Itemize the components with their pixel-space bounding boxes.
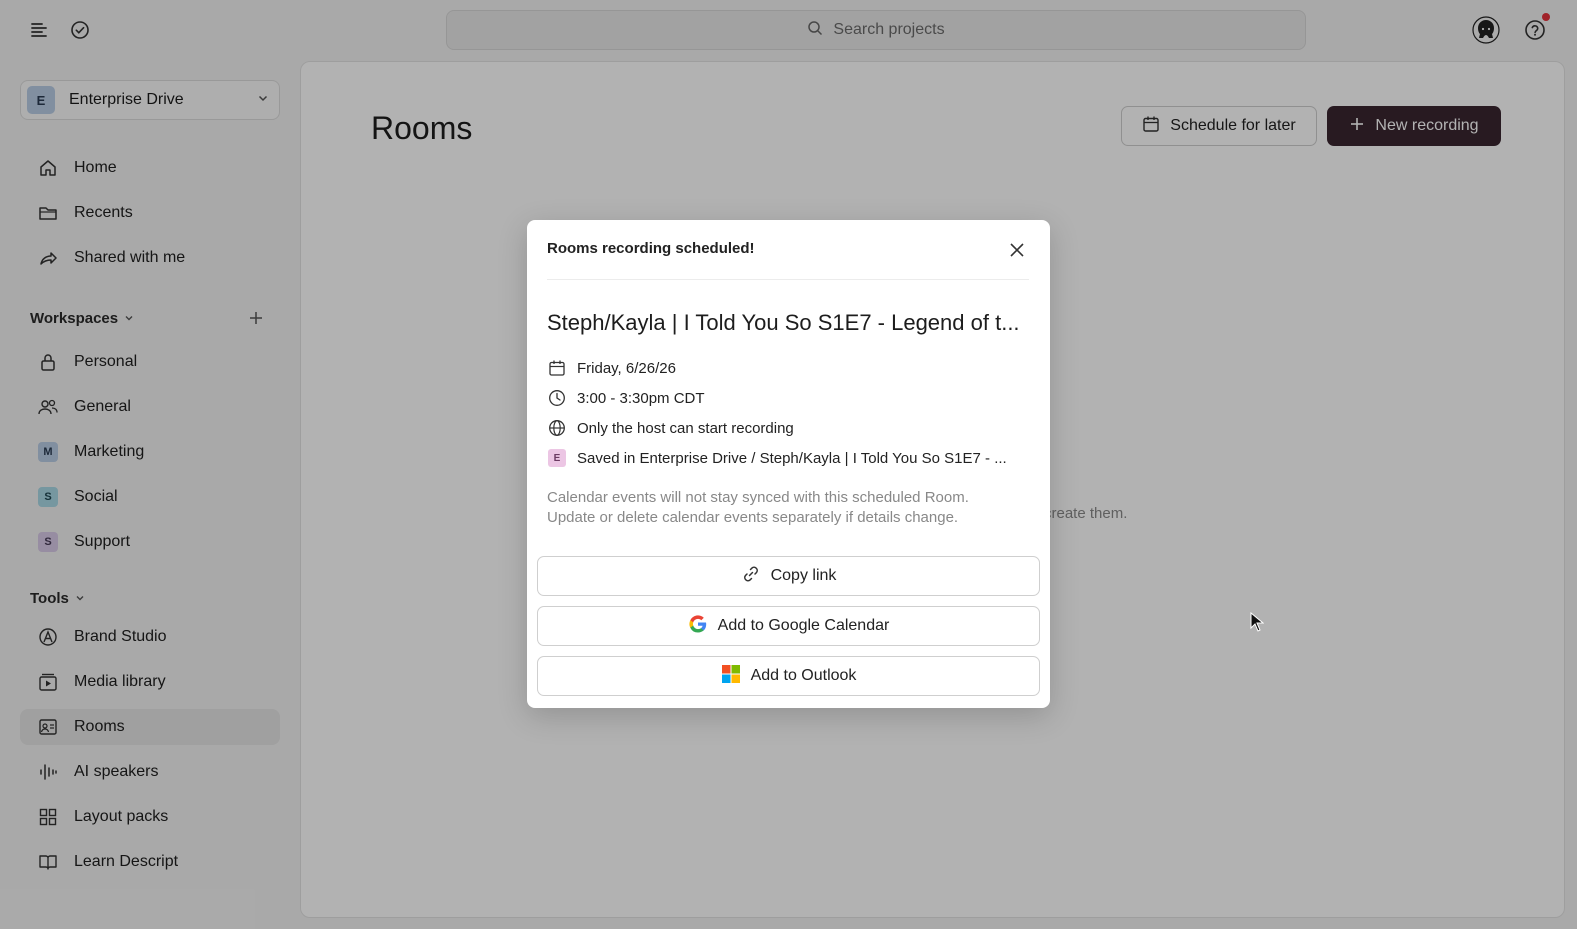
event-time-row: 3:00 - 3:30pm CDT: [547, 386, 1031, 410]
event-name: Steph/Kayla | I Told You So S1E7 - Legen…: [547, 310, 1020, 335]
calendar-sync-note: Calendar events will not stay synced wit…: [547, 488, 1031, 528]
microsoft-icon: [721, 664, 741, 689]
calendar-icon: [547, 358, 567, 378]
event-permission: Only the host can start recording: [577, 419, 794, 437]
drive-badge-small: E: [548, 449, 566, 467]
globe-icon: [547, 418, 567, 438]
dialog-divider: [547, 279, 1029, 280]
event-saved-row: E Saved in Enterprise Drive / Steph/Kayl…: [547, 446, 1031, 470]
add-to-google-calendar-button[interactable]: Add to Google Calendar: [537, 606, 1040, 646]
copy-link-label: Copy link: [770, 567, 837, 584]
event-date-row: Friday, 6/26/26: [547, 356, 1031, 380]
copy-link-button[interactable]: Copy link: [537, 556, 1040, 596]
clock-icon: [547, 388, 567, 408]
close-icon[interactable]: [1005, 238, 1029, 262]
scheduled-dialog: Rooms recording scheduled! Steph/Kayla |…: [527, 220, 1050, 708]
outlook-label: Add to Outlook: [750, 667, 857, 684]
event-permission-row: Only the host can start recording: [547, 416, 1031, 440]
event-time: 3:00 - 3:30pm CDT: [577, 389, 705, 407]
google-icon: [688, 614, 708, 639]
event-saved-location: Saved in Enterprise Drive / Steph/Kayla …: [577, 449, 1007, 467]
add-to-outlook-button[interactable]: Add to Outlook: [537, 656, 1040, 696]
dialog-title: Rooms recording scheduled!: [547, 240, 755, 257]
mouse-cursor-icon: [1250, 611, 1265, 637]
google-calendar-label: Add to Google Calendar: [717, 617, 890, 634]
note-line-1: Calendar events will not stay synced wit…: [547, 489, 969, 506]
app-root: Search projects E Enterprise Drive Home …: [0, 0, 1577, 929]
event-date: Friday, 6/26/26: [577, 359, 676, 377]
link-icon: [741, 564, 761, 589]
note-line-2: Update or delete calendar events separat…: [547, 509, 959, 526]
